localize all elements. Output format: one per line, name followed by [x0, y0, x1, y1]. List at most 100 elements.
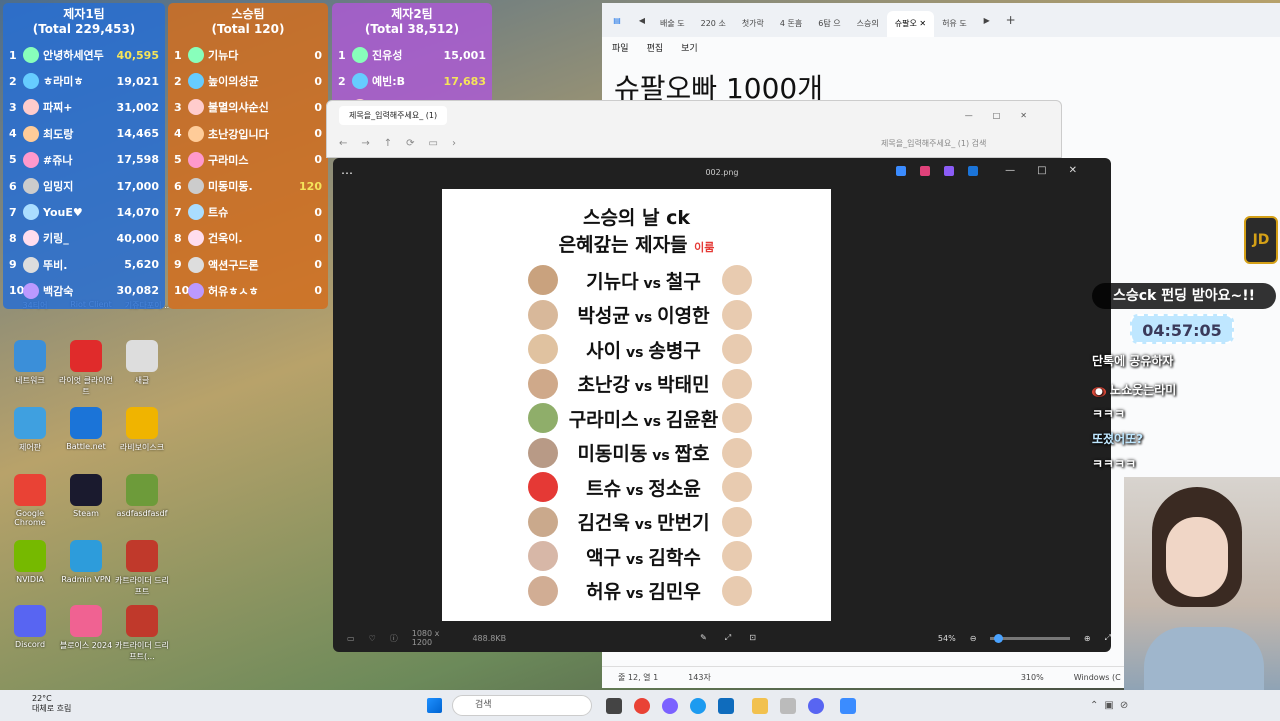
taskbar-search[interactable]: 검색	[452, 695, 592, 716]
desktop-icon[interactable]: 새글	[112, 340, 172, 386]
desktop-icon[interactable]: 라이엇 클라이언트	[56, 340, 116, 397]
member-score: 0	[314, 284, 322, 298]
desktop-icon[interactable]: NVIDIA	[0, 540, 60, 584]
member-score: 14,070	[116, 205, 159, 219]
app-icon	[70, 407, 102, 439]
tab-scroll-left-icon[interactable]: ◀	[632, 16, 652, 25]
menu-view[interactable]: 보기	[681, 41, 698, 55]
desktop-icon[interactable]: Steam	[56, 474, 116, 518]
desktop-icon[interactable]: 라비보이스크	[112, 407, 172, 453]
member-avatar	[188, 99, 204, 116]
notepad-tab[interactable]: 첫가락	[734, 11, 772, 37]
favorite-icon[interactable]: ♡	[369, 634, 376, 643]
desktop-icon[interactable]: 카트라이더 드리프트(...	[112, 605, 172, 662]
lineup-name-left: 액구	[586, 546, 622, 569]
desktop-icon-label: Google Chrome	[14, 509, 46, 527]
zoom-out-icon[interactable]: ⊖	[970, 634, 977, 643]
lineup-row: 사이 vs 송병구	[442, 332, 831, 367]
explorer-window[interactable]: 제목을_입력해주세요_ (1) —□✕ ←→↑⟳▭› 제목을_입력해주세요_ (…	[326, 100, 1062, 158]
desktop-icon-label: 카트라이더 드리프트	[114, 576, 170, 596]
taskview-icon[interactable]	[606, 698, 622, 714]
desktop-icon[interactable]: Radmin VPN	[56, 540, 116, 584]
menu-edit[interactable]: 편집	[647, 41, 664, 55]
menu-file[interactable]: 파일	[612, 41, 629, 55]
member-name: 진유성	[372, 49, 403, 63]
desktop-icon-label: 라비보이스크	[119, 443, 165, 452]
filmstrip-icon[interactable]: ▭	[347, 634, 355, 643]
edit-icon[interactable]	[896, 166, 906, 176]
edit-tools[interactable]: ✎⤢⊡	[700, 633, 774, 643]
system-tray[interactable]: ⌃▣⊘	[1090, 700, 1134, 711]
desktop-icon[interactable]: 블로이스 2024	[56, 605, 116, 651]
desktop-icon[interactable]: 네트워크	[0, 340, 60, 386]
zoom-in-icon[interactable]: ⊕	[1084, 634, 1091, 643]
desktop-icon-label: 제어판	[18, 443, 42, 452]
member-name: 허유ㅎㅅㅎ	[208, 284, 259, 298]
lineup-row: 트슈 vs 정소윤	[442, 470, 831, 505]
image-stamp: 이룸	[694, 241, 715, 254]
explorer-tab[interactable]: 제목을_입력해주세요_ (1)	[339, 105, 448, 125]
member-name: 구라미스	[208, 153, 249, 167]
member-avatar	[188, 282, 204, 299]
face-photo-left	[528, 334, 558, 364]
desktop-icon-label: asdfasdfasdf	[116, 509, 168, 518]
outlook-icon[interactable]	[718, 698, 734, 714]
clipchamp-icon[interactable]	[944, 166, 954, 176]
notepad-taskbar-icon[interactable]	[780, 698, 796, 714]
lineup-vs: vs	[638, 413, 666, 430]
copilot-icon[interactable]	[662, 698, 678, 714]
lineup-row: 액구 vs 김학수	[442, 539, 831, 574]
notepad-tab[interactable]: 허유 도	[934, 11, 975, 37]
member-rank: 7	[174, 205, 182, 219]
notepad-tab[interactable]: 배술 도	[652, 11, 693, 37]
explorer-search[interactable]: 제목을_입력해주세요_ (1) 검색	[881, 138, 1051, 149]
image-size: 488.8KB	[472, 633, 507, 643]
desktop-icon[interactable]: 카트라이더 드리프트	[112, 540, 172, 597]
desktop-icon[interactable]: Discord	[0, 605, 60, 649]
photo-window-controls[interactable]: —□✕	[1005, 165, 1099, 176]
discord-taskbar-icon[interactable]	[808, 698, 824, 714]
member-name: #쥬나	[43, 153, 73, 167]
zoom-level[interactable]: 54%	[938, 634, 956, 643]
chrome-icon[interactable]	[634, 698, 650, 714]
new-tab-icon[interactable]: +	[999, 13, 1023, 27]
desktop-icon[interactable]: asdfasdfasdf	[112, 474, 172, 518]
member-rank: 9	[174, 258, 182, 272]
face-photo-left	[528, 437, 558, 468]
stream-timer: 04:57:05	[1130, 314, 1234, 344]
weather-widget[interactable]: 22°C 대체로 흐림	[8, 694, 71, 714]
paint-icon[interactable]	[920, 166, 930, 176]
photos-taskbar-icon[interactable]	[840, 698, 856, 714]
face-photo-left	[528, 575, 558, 606]
nav-buttons[interactable]: ←→↑⟳▭›	[339, 138, 470, 149]
info-icon[interactable]: ⓘ	[390, 633, 398, 644]
notepad-tab[interactable]: 슈팔오 ✕	[886, 11, 935, 37]
chat-message: 단톡에 공유하자	[1092, 354, 1174, 368]
fullscreen-icon[interactable]: ⤢	[1105, 633, 1111, 643]
lineup-row: 초난강 vs 박태민	[442, 367, 831, 402]
chat-badge-icon: ●	[1092, 387, 1106, 397]
notepad-tab[interactable]: 4 돈흠	[772, 11, 810, 37]
close-tab-icon[interactable]: ✕	[917, 19, 926, 28]
member-rank: 5	[174, 153, 182, 167]
desktop-icon-label: NVIDIA	[16, 575, 44, 584]
desktop-icon[interactable]: Battle.net	[56, 407, 116, 451]
photos-viewer-window[interactable]: ⋯ 002.png —□✕ 스승의 날 ck 은혜갚는 제자들 이룸 기뉴다 v…	[333, 158, 1111, 652]
window-controls[interactable]: —□✕	[965, 111, 1047, 120]
edge-icon[interactable]	[690, 698, 706, 714]
notepad-tab[interactable]: 스승의	[849, 11, 887, 37]
zoom-slider[interactable]	[990, 633, 1070, 643]
desktop-icon[interactable]: Google Chrome	[0, 474, 60, 527]
start-button[interactable]	[427, 698, 442, 713]
lineup-name-right: 이영한	[657, 305, 710, 328]
notepad-tab[interactable]: 6탐 으	[810, 11, 848, 37]
notepad-tab[interactable]: 220 소	[693, 11, 734, 37]
lineup-vs: vs	[621, 482, 649, 499]
file-explorer-icon[interactable]	[752, 698, 768, 714]
desktop-icon[interactable]: 제어판	[0, 407, 60, 453]
member-rank: 10	[174, 284, 190, 298]
lineup-row: 허유 vs 김민우	[442, 574, 831, 609]
tab-scroll-right-icon[interactable]: ▶	[975, 16, 999, 25]
team-member-row: 10 허유ㅎㅅㅎ 0	[174, 278, 322, 304]
onedrive-icon[interactable]	[968, 166, 978, 176]
